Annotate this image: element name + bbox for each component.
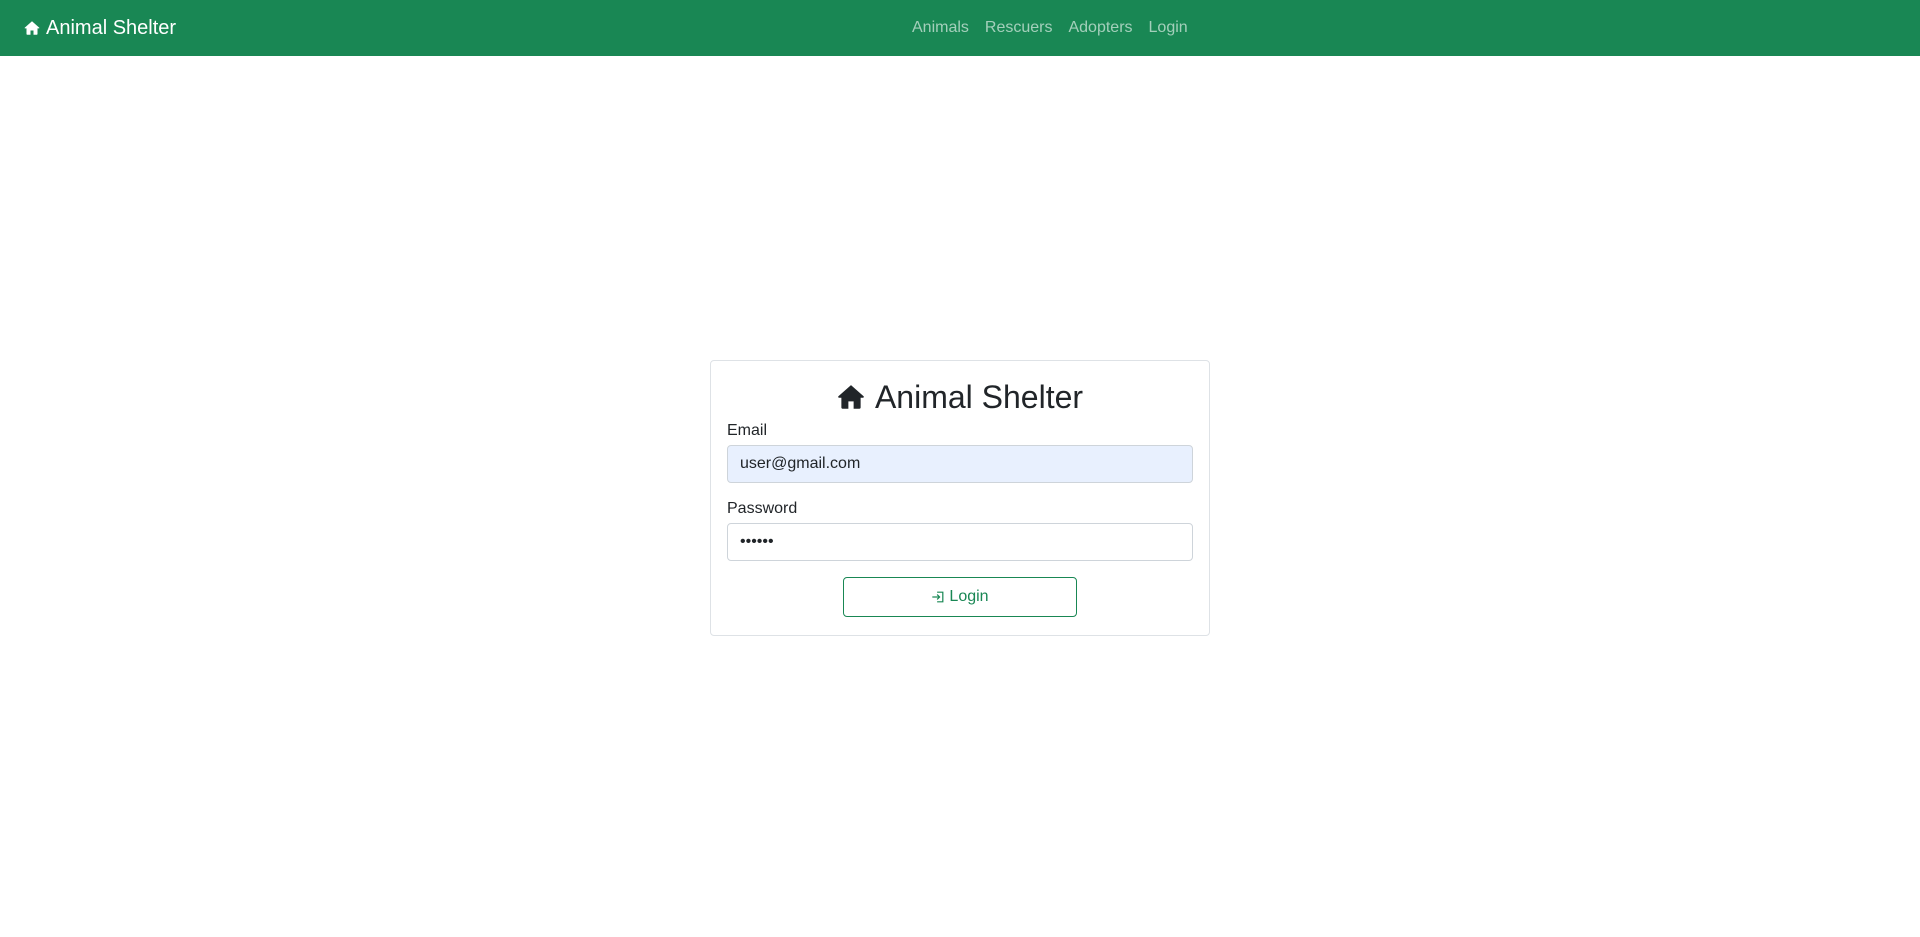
password-field[interactable] bbox=[727, 523, 1193, 561]
login-button[interactable]: Login bbox=[843, 577, 1077, 617]
navbar: Animal Shelter Animals Rescuers Adopters… bbox=[0, 0, 1920, 56]
email-label: Email bbox=[727, 422, 768, 439]
password-group: Password bbox=[727, 499, 1193, 561]
nav-link-login[interactable]: Login bbox=[1141, 19, 1196, 37]
email-group: Email bbox=[727, 421, 1193, 483]
card-title: Animal Shelter bbox=[727, 377, 1193, 417]
email-field[interactable] bbox=[727, 445, 1193, 483]
nav-link-adopters[interactable]: Adopters bbox=[1060, 19, 1140, 37]
nav-link-rescuers[interactable]: Rescuers bbox=[977, 19, 1061, 37]
card-title-text: Animal Shelter bbox=[874, 378, 1084, 415]
brand-label: Animal Shelter bbox=[46, 16, 177, 39]
login-arrow-icon bbox=[932, 591, 944, 603]
login-button-label: Login bbox=[949, 588, 989, 605]
brand-link[interactable]: Animal Shelter bbox=[24, 0, 176, 56]
nav-link-animals[interactable]: Animals bbox=[904, 19, 977, 37]
house-icon bbox=[838, 385, 864, 409]
submit-wrap: Login bbox=[727, 577, 1193, 617]
password-label: Password bbox=[727, 500, 798, 517]
nav-links: Animals Rescuers Adopters Login bbox=[904, 0, 1196, 56]
login-card: Animal Shelter Email Password Login bbox=[710, 360, 1210, 636]
house-icon bbox=[24, 21, 40, 35]
